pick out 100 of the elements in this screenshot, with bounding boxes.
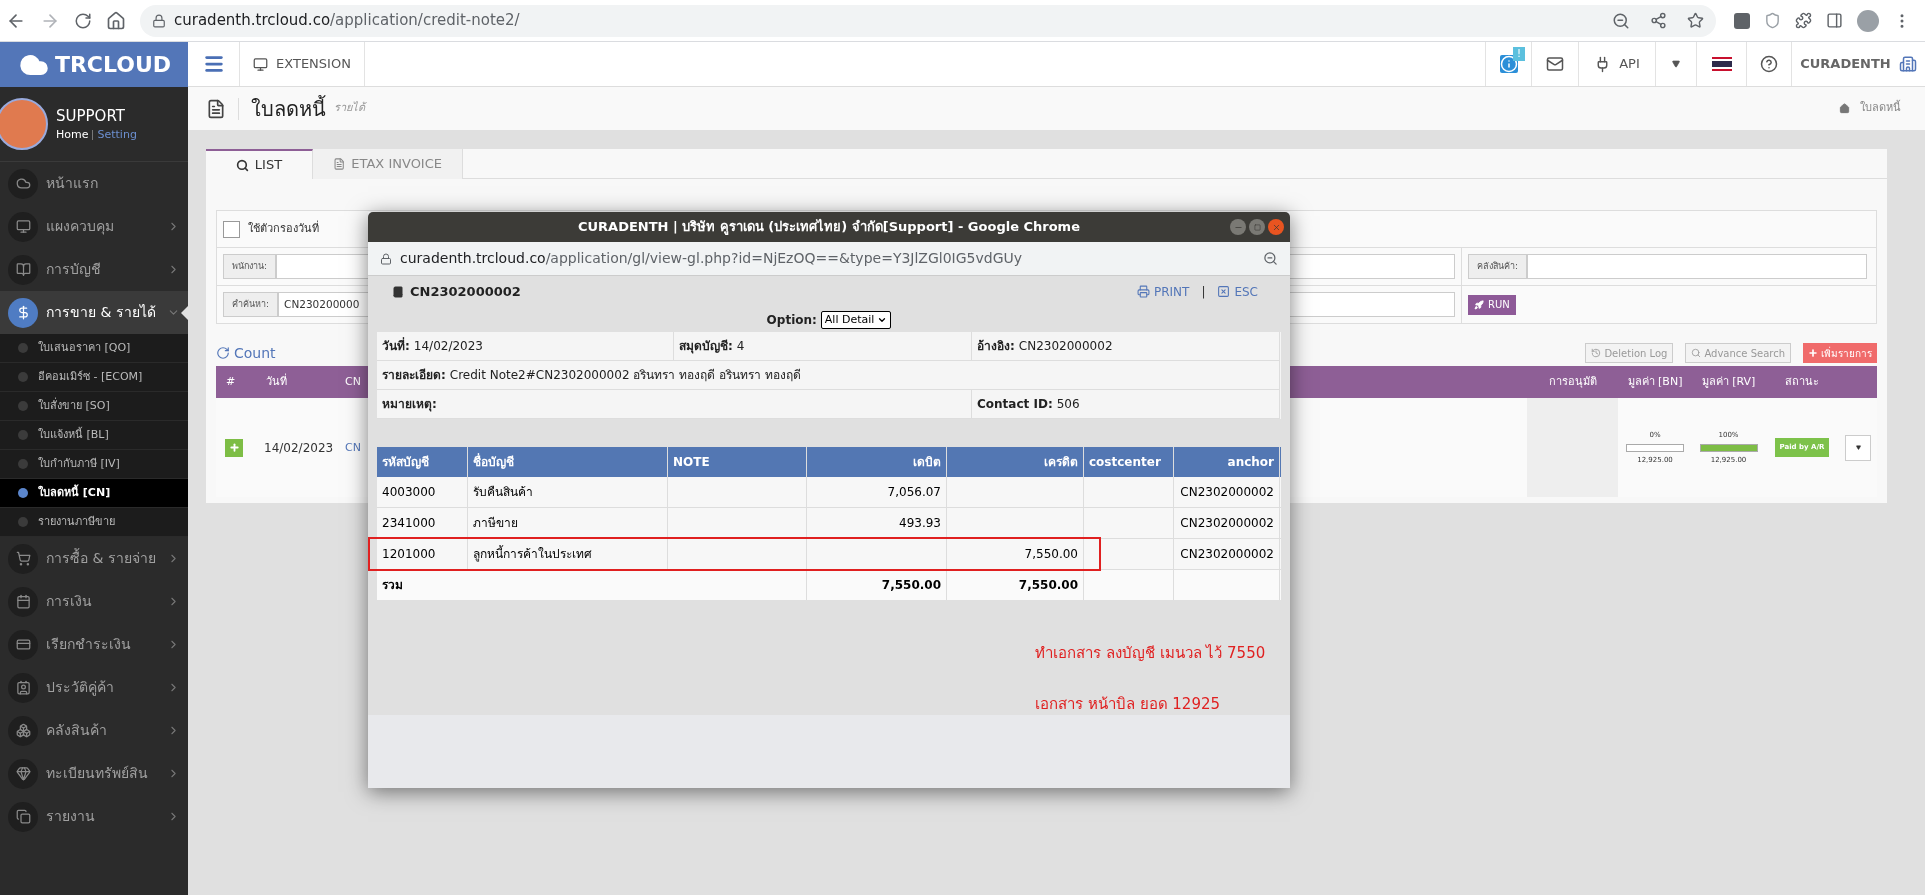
document-icon — [333, 157, 346, 171]
sidebar-item[interactable]: หน้าแรก — [0, 162, 188, 205]
extensions-icon[interactable] — [1795, 12, 1812, 29]
table-cell: ภาษีขาย — [468, 508, 668, 538]
menu-icon[interactable] — [202, 53, 225, 75]
plus-icon — [1808, 348, 1818, 358]
calendar-icon — [15, 594, 31, 609]
column-header: มูลค่า [BN] — [1626, 373, 1684, 390]
info-field: หมายเหตุ: — [377, 390, 972, 419]
boxes-icon — [15, 723, 31, 738]
warehouse-field[interactable] — [1527, 254, 1867, 279]
address-bar[interactable]: curadenth.trcloud.co/application/credit-note2/ — [140, 4, 1716, 37]
help-icon[interactable] — [1760, 55, 1778, 73]
profile-avatar[interactable] — [1857, 9, 1879, 32]
caret-icon — [1854, 445, 1862, 450]
notification-badge: ! — [1513, 47, 1525, 61]
cart-icon — [15, 551, 31, 566]
url-host: curadenth.trcloud.co — [174, 10, 331, 32]
user-link[interactable]: Setting — [97, 127, 137, 144]
sidebar-item[interactable]: ทะเบียนทรัพย์สิน — [0, 752, 188, 795]
esc-button[interactable]: ESC — [1217, 282, 1258, 301]
rocket-icon — [1474, 299, 1484, 310]
table-cell: 4003000 — [377, 477, 468, 507]
extension-button[interactable]: EXTENSION — [239, 42, 365, 86]
info-field: วันที่: 14/02/2023 — [377, 332, 674, 361]
count-link[interactable]: Count — [234, 342, 276, 364]
sidebar-item[interactable]: แผงควบคุม — [0, 205, 188, 248]
submenu-item[interactable]: ใบสั่งขาย [SO] — [0, 392, 188, 421]
spinner-icon — [216, 346, 230, 360]
shield-icon[interactable] — [1764, 12, 1781, 29]
checkbox-label: ใช้ตัวกรองวันที่ — [248, 220, 319, 237]
book-icon — [392, 285, 404, 298]
page-subtitle: รายได้ — [334, 100, 365, 117]
sidebar-item[interactable]: เรียกชำระเงิน — [0, 623, 188, 666]
page-title: ใบลดหนี้ — [251, 94, 326, 123]
minimize-icon[interactable] — [1230, 219, 1246, 235]
sidebar-item[interactable]: การเงิน — [0, 580, 188, 623]
history-icon — [1591, 348, 1602, 358]
api-button[interactable]: API — [1578, 42, 1655, 86]
sidebar-item[interactable]: การขาย & รายได้ — [0, 291, 188, 334]
table-cell: 493.93 — [807, 508, 947, 538]
submenu-item[interactable]: อีคอมเมิร์ซ - [ECOM] — [0, 363, 188, 392]
column-header: CN — [345, 374, 361, 388]
popup-title: CURADENTH | บริษัท คูราเดน (ประเทศไทย) จำกัด[Support] - Google Chrome — [578, 218, 1080, 237]
credit-card-icon — [15, 637, 31, 652]
sidebar-item[interactable]: ประวัติคู่ค้า — [0, 666, 188, 709]
info-field: อ้างอิง: CN2302000002 — [972, 332, 1280, 361]
breadcrumb-link[interactable]: ใบลดหนี้ — [1860, 100, 1901, 117]
table-cell: 1201000 — [377, 539, 468, 569]
contact-card-icon — [15, 680, 31, 695]
flag-icon[interactable] — [1711, 57, 1732, 71]
add-button[interactable]: เพิ่มรายการ — [1803, 343, 1877, 363]
share-icon[interactable] — [1650, 12, 1667, 29]
table-cell: CN2302000002 — [1174, 508, 1280, 538]
submenu-item[interactable]: รายงานภาษีขาย — [0, 508, 188, 537]
reload-icon[interactable] — [74, 11, 92, 30]
field-label: คำค้นหา: — [223, 292, 279, 317]
company-button[interactable]: CURADENTH — [1791, 42, 1925, 86]
document-icon — [206, 98, 226, 119]
home-icon[interactable] — [106, 10, 126, 31]
zoom-icon[interactable] — [1612, 11, 1630, 30]
tab[interactable]: ETAX INVOICE — [313, 149, 463, 179]
sidebar-item[interactable]: คลังสินค้า — [0, 709, 188, 752]
extension-icon[interactable] — [1734, 12, 1750, 29]
sidebar-item[interactable]: รายงาน — [0, 795, 188, 838]
document-link[interactable]: CN — [345, 441, 361, 455]
table-cell: CN2302000002 — [1174, 477, 1280, 507]
table-cell: รับคืนสินค้า — [468, 477, 668, 507]
book-icon — [15, 262, 31, 277]
sidebar-item[interactable]: การบัญชี — [0, 248, 188, 291]
column-header: มูลค่า [RV] — [1700, 373, 1757, 390]
submenu-item[interactable]: ใบลดหนี้ [CN] — [0, 479, 188, 508]
gem-icon — [15, 766, 31, 781]
close-icon[interactable] — [1268, 219, 1284, 235]
column-header: สถานะ — [1784, 373, 1820, 390]
info-icon[interactable] — [1499, 55, 1518, 73]
side-panel-icon[interactable] — [1826, 12, 1843, 29]
option-select[interactable]: All Detail — [820, 310, 892, 329]
table-cell: 7,550.00 — [947, 539, 1084, 569]
mail-icon[interactable] — [1546, 55, 1564, 73]
print-button[interactable]: PRINT — [1136, 282, 1190, 301]
bookmark-star-icon[interactable] — [1687, 12, 1704, 29]
info-field: Contact ID: 506 — [972, 390, 1280, 419]
checkbox[interactable] — [223, 220, 240, 238]
separator-text: | — [1201, 283, 1206, 301]
dropdown-button[interactable] — [1845, 434, 1871, 461]
sidebar-item[interactable]: การซื้อ & รายจ่าย — [0, 537, 188, 580]
run-button[interactable]: RUN — [1468, 294, 1516, 315]
tab[interactable]: LIST — [206, 149, 313, 179]
submenu-item[interactable]: ใบเสนอราคา [QO] — [0, 334, 188, 363]
url-path: /application/credit-note2/ — [330, 10, 520, 32]
submenu-item[interactable]: ใบกำกับภาษี [IV] — [0, 450, 188, 479]
table-cell: CN2302000002 — [1174, 539, 1280, 569]
submenu-item[interactable]: ใบแจ้งหนี้ [BL] — [0, 421, 188, 450]
zoom-icon[interactable] — [1263, 251, 1278, 266]
table-cell: 7,056.07 — [807, 477, 947, 507]
user-link[interactable]: Home — [56, 127, 89, 144]
url-host: curadenth.trcloud.co — [400, 249, 546, 268]
maximize-icon[interactable] — [1249, 219, 1265, 235]
caret-icon[interactable] — [1671, 60, 1681, 68]
